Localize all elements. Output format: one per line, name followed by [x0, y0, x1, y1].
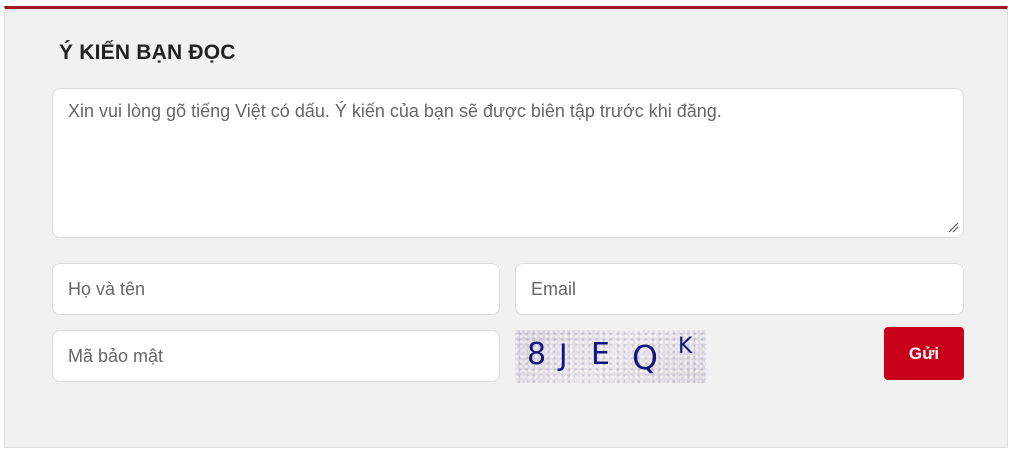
captcha-char: E: [591, 337, 610, 372]
captcha-image: 8 J E Q K: [515, 330, 706, 383]
name-input[interactable]: [52, 263, 500, 315]
submit-button[interactable]: Gửi: [884, 327, 964, 380]
comment-form-panel: Ý KIẾN BẠN ĐỌC 8 J E Q K Gửi: [4, 6, 1008, 448]
email-input[interactable]: [515, 263, 964, 315]
resize-handle-icon[interactable]: [947, 221, 959, 233]
security-code-input[interactable]: [52, 330, 500, 382]
captcha-char: Q: [632, 338, 658, 377]
captcha-char: 8: [527, 337, 547, 372]
captcha-char: K: [678, 334, 693, 359]
captcha-char: J: [559, 338, 568, 372]
form-title: Ý KIẾN BẠN ĐỌC: [59, 41, 236, 64]
comment-textarea[interactable]: [52, 88, 964, 238]
